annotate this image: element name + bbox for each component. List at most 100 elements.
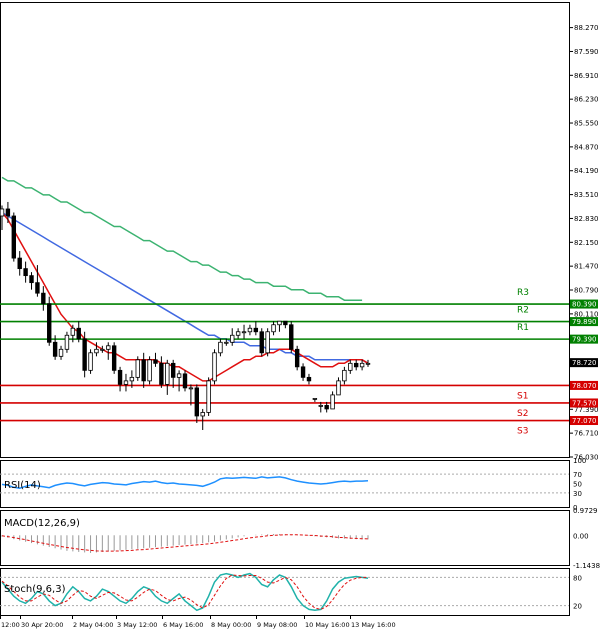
candle-body [5,208,11,217]
candle-body [259,331,264,354]
candle-body [100,348,105,351]
price-tick-label: 86.910 [574,72,599,80]
rsi-tick-label: 70 [573,471,582,479]
candle-body [306,376,312,382]
time-tick-label: 2 May 04:00 [73,621,113,629]
level-name-s2: S2 [517,409,528,419]
pane-frame-main [0,2,570,458]
price-tick-label: 84.190 [574,167,599,175]
candle-body [23,268,28,277]
candle-body [353,362,359,368]
candle-body [277,320,282,326]
candle-body [200,412,205,417]
candle-body [218,341,223,354]
rsi-tick-label: 50 [573,481,582,489]
candle-body [58,348,64,357]
candle-body [241,331,247,334]
candle-body [312,398,318,400]
candle [11,212,17,262]
level-name-r1: R1 [517,323,529,333]
macd-tick-label: -1.1438 [573,562,600,570]
candle-body [17,257,22,270]
candle-body [135,359,140,378]
level-price-label-s1: 78.070 [572,382,597,390]
candle-body [318,405,323,407]
macd-tick-label: 0.9729 [573,507,598,515]
candle-body [348,362,353,371]
candle-body [159,362,164,385]
candle-body [94,348,99,354]
price-tick-label: 85.550 [574,120,599,128]
price-tick-label: 86.230 [574,96,599,104]
candle-body [212,352,217,382]
time-tick-label: 13 May 16:00 [351,621,396,629]
candle-body [289,324,294,350]
rsi-tick-label: 100 [573,457,586,465]
level-price-label-r3: 80.390 [572,301,597,309]
candle-body [64,334,70,350]
candle [294,345,300,371]
price-tick-label: 84.870 [574,143,599,151]
candle [206,377,211,416]
candle-body [271,324,276,333]
candle-body [300,366,306,378]
candle [289,321,294,353]
candle-body [141,359,146,382]
candle [82,331,87,378]
candle-body [330,394,335,410]
rsi-tick-label: 30 [573,490,582,498]
time-tick-label: 30 Apr 20:00 [21,621,63,629]
candle-body [230,334,235,343]
price-tick-label: 82.830 [574,215,599,223]
level-price-label-r1: 79.390 [572,336,597,344]
candle-body [52,341,58,357]
time-tick-label: 3 May 12:00 [117,621,157,629]
candle-body [235,331,241,336]
level-price-label-r2: 79.890 [572,318,597,326]
candle-body [182,373,188,389]
candle [47,296,52,346]
level-name-r3: R3 [517,288,529,298]
level-price-label-s3: 77.070 [572,417,597,425]
candle-body [123,380,129,385]
candle-body [76,327,81,340]
rsi-title: RSI(14) [4,480,41,491]
candle-body [206,380,211,413]
price-tick-label: 88.270 [574,24,599,32]
time-tick-label: 10 May 16:00 [305,621,350,629]
time-tick-label: 12:00 [1,621,20,629]
stoch-tick-label: 20 [573,603,582,611]
candle-body [294,348,300,368]
pane-frame-macd [0,510,570,566]
candle-body [165,362,170,385]
candle-body [106,345,111,350]
candle-body [35,282,40,294]
candle-body [29,275,34,284]
time-tick-label: 6 May 16:00 [163,621,203,629]
candle [265,328,270,357]
candle-body [336,380,341,396]
candle-body [117,369,123,385]
price-tick-label: 82.150 [574,239,599,247]
candle-body [41,292,46,305]
candle [135,356,140,381]
candle [88,349,93,374]
candle-body [359,362,365,368]
candle-body [283,320,288,326]
candle-body [170,362,176,378]
candle-body [253,327,259,333]
candle-body [82,338,87,371]
candle [182,370,188,392]
time-tick-label: 8 May 00:00 [211,621,251,629]
candle [111,342,117,374]
candle-body [47,303,52,343]
candle-body [342,369,347,382]
candle [64,331,70,353]
level-name-s1: S1 [517,391,528,401]
forex-chart: 88.270 87.590 86.910 86.230 85.550 84.870 84.1… [0,2,600,629]
candle-body [324,405,329,410]
price-tick-label: 83.510 [574,191,599,199]
candle-body [224,341,229,344]
candle-body [147,359,152,382]
price-tick-label: 81.470 [574,263,599,271]
